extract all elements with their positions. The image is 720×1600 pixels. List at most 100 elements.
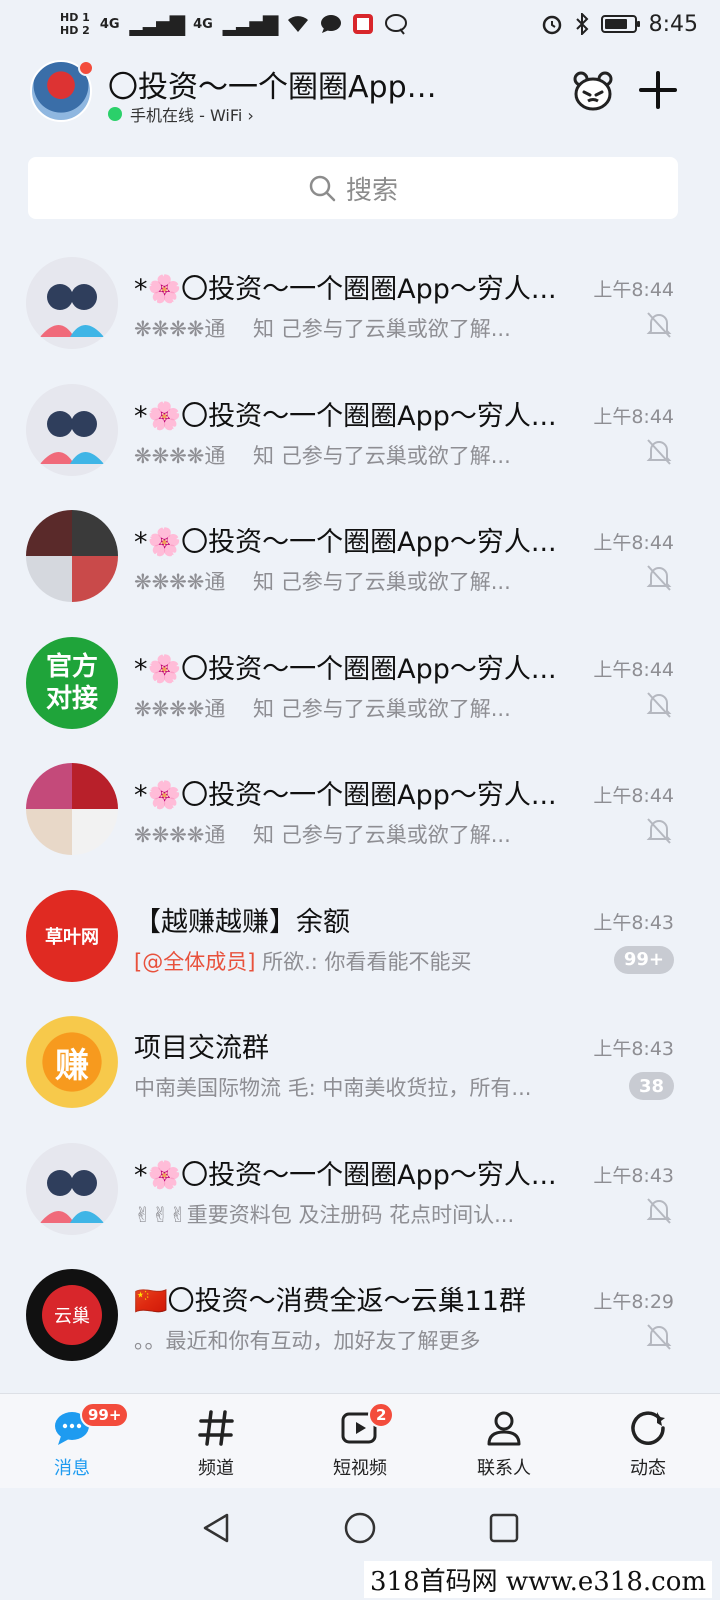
conversation-time: 上午8:44 <box>593 279 674 301</box>
network-label-1: 4G <box>99 16 120 32</box>
conversation-time: 上午8:29 <box>593 1291 674 1313</box>
system-nav-bar <box>0 1490 720 1565</box>
conversation-time: 上午8:43 <box>593 1038 674 1060</box>
clock: 8:45 <box>648 11 698 37</box>
signal-icon: ▂▃▅▇ <box>129 12 186 36</box>
conversation-row[interactable]: *🌸〇投资～一个圈圈App～穷人... 上午8:44 ❋❋❋❋通 知 己参与了云… <box>0 498 720 625</box>
conversation-time: 上午8:44 <box>593 658 674 681</box>
group-avatar <box>26 1142 118 1235</box>
recents-icon[interactable] <box>487 1511 521 1545</box>
collage-photo <box>72 763 118 809</box>
mute-bell-icon <box>646 691 672 718</box>
tab-messages[interactable]: 99+ 消息 <box>0 1394 144 1488</box>
header: 〇投资～一个圈圈App～... 手机在线 - WiFi › <box>0 56 720 136</box>
hd1-indicator: HD 1 <box>60 11 90 24</box>
conversation-time: 上午8:44 <box>593 532 674 554</box>
alarm-icon <box>542 15 561 35</box>
back-icon[interactable] <box>199 1511 233 1545</box>
conversation-row[interactable]: 云巢 🇨🇳〇投资～消费全返～云巢11群 上午8:29 。。最近和你有互动，加好友… <box>0 1257 720 1384</box>
conversation-preview: 中南美国际物流 毛: 中南美收货拉，所有... <box>134 1076 532 1100</box>
bluetooth-icon <box>575 13 589 35</box>
bottom-nav: 99+ 消息 频道 2 短视频 联系人 动态 <box>0 1393 720 1488</box>
group-collage-avatar <box>26 763 118 855</box>
conversation-preview: [@全体成员] 所欲.: 你看看能不能买 <box>134 946 599 976</box>
mute-bell-icon <box>646 1324 672 1350</box>
search-placeholder: 搜索 <box>345 175 398 206</box>
conversation-preview: ❋❋❋❋通 知 己参与了云巢或欲了解... <box>134 317 511 341</box>
search-bar[interactable]: 搜索 <box>28 157 678 219</box>
battery-icon <box>600 15 640 33</box>
refresh-star-icon <box>631 1411 665 1445</box>
tab-label: 动态 <box>630 1458 666 1479</box>
conversation-time: 上午8:44 <box>593 785 674 807</box>
collage-photo <box>26 510 72 556</box>
conversation-title: *🌸〇投资～一个圈圈App～穷人... <box>134 1159 557 1191</box>
conversation-title: *🌸〇投资～一个圈圈App～穷人... <box>134 400 557 432</box>
tab-label: 短视频 <box>333 1458 387 1479</box>
group-collage-avatar <box>26 510 118 602</box>
conversation-row[interactable]: *🌸〇投资～一个圈圈App～穷人... 上午8:44 ❋❋❋❋通 知 己参与了云… <box>0 751 720 878</box>
conversation-row[interactable]: 官方 对接 *🌸〇投资～一个圈圈App～穷人... 上午8:44 ❋❋❋❋通 知… <box>0 625 720 752</box>
conversation-title: *🌸〇投资～一个圈圈App～穷人... <box>134 653 557 685</box>
tab-label: 联系人 <box>477 1458 531 1479</box>
status-bar-left: HD 1 HD 2 4G ▂▃▅▇ 4G ▂▃▅▇ <box>60 11 408 37</box>
conversation-title: 🇨🇳〇投资～消费全返～云巢11群 <box>134 1286 526 1317</box>
collage-photo <box>26 763 72 809</box>
mute-bell-icon <box>646 438 672 465</box>
group-avatar <box>26 257 118 349</box>
conversation-list: *🌸〇投资～一个圈圈App～穷人... 上午8:44 ❋❋❋❋通 知 己参与了云… <box>0 245 720 1384</box>
plus-icon[interactable] <box>638 70 678 110</box>
conversation-preview: ❋❋❋❋通 知 己参与了云巢或欲了解... <box>134 443 511 468</box>
online-dot-icon <box>108 107 122 121</box>
home-icon[interactable] <box>343 1511 377 1545</box>
avatar-text: 官方 <box>45 651 98 682</box>
conversation-time: 上午8:43 <box>593 1164 674 1187</box>
tab-short-video[interactable]: 2 短视频 <box>288 1394 432 1488</box>
online-status-label: 手机在线 - WiFi › <box>130 106 254 125</box>
conversation-row[interactable]: *🌸〇投资～一个圈圈App～穷人... 上午8:44 ❋❋❋❋通 知 己参与了云… <box>0 245 720 372</box>
online-status[interactable]: 手机在线 - WiFi › <box>108 102 254 126</box>
profile-avatar[interactable] <box>30 60 94 122</box>
conversation-preview: 。。最近和你有互动，加好友了解更多 <box>134 1329 481 1353</box>
wifi-icon <box>288 16 309 32</box>
avatar-text: 云巢 <box>54 1306 90 1327</box>
collage-photo <box>26 809 72 855</box>
conversation-preview: ❋❋❋❋通 知 己参与了云巢或欲了解... <box>134 570 511 594</box>
conversation-preview: ❋❋❋❋通 知 己参与了云巢或欲了解... <box>134 696 511 721</box>
conversation-row[interactable]: *🌸〇投资～一个圈圈App～穷人... 上午8:43 ✌✌✌重要资料包 及注册码… <box>0 1131 720 1258</box>
unread-badge: 38 <box>628 1072 674 1100</box>
conversation-row[interactable]: 赚 项目交流群 上午8:43 中南美国际物流 毛: 中南美收货拉，所有... 3… <box>0 1004 720 1131</box>
signal-icon-2: ▂▃▅▇ <box>222 12 279 36</box>
reader-app-icon <box>353 14 374 34</box>
hashtag-icon <box>198 1410 234 1446</box>
group-avatar <box>26 383 118 476</box>
official-avatar: 官方 对接 <box>26 636 118 729</box>
conversation-row[interactable]: 草叶网 【越赚越赚】余额 上午8:43 [@全体成员] 所欲.: 你看看能不能买… <box>0 878 720 1005</box>
conversation-preview: ❋❋❋❋通 知 己参与了云巢或欲了解... <box>134 823 511 847</box>
hd2-indicator: HD 2 <box>60 24 90 37</box>
conversation-title: 【越赚越赚】余额 <box>134 906 350 938</box>
tab-contacts[interactable]: 联系人 <box>432 1394 576 1488</box>
bear-face-icon[interactable] <box>572 70 614 112</box>
mute-bell-icon <box>646 565 672 591</box>
status-bar-right: 8:45 <box>541 12 698 37</box>
person-icon <box>487 1411 521 1446</box>
chat-bubble-icon <box>385 14 408 35</box>
conversation-row[interactable]: *🌸〇投资～一个圈圈App～穷人... 上午8:44 ❋❋❋❋通 知 己参与了云… <box>0 372 720 499</box>
tab-feed[interactable]: 动态 <box>576 1394 720 1488</box>
group-people-icon <box>26 383 118 476</box>
conversation-title: *🌸〇投资～一个圈圈App～穷人... <box>134 527 557 558</box>
conversation-time: 上午8:43 <box>593 911 674 934</box>
collage-photo <box>72 809 118 855</box>
page-title[interactable]: 〇投资～一个圈圈App～... <box>108 62 458 106</box>
network-label-2: 4G <box>193 16 213 32</box>
conversation-title: 项目交流群 <box>134 1033 269 1064</box>
mention-tag: [@全体成员] <box>134 949 256 974</box>
tab-channels[interactable]: 频道 <box>144 1394 288 1488</box>
avatar-text: 对接 <box>45 683 98 714</box>
conversation-title: *🌸〇投资～一个圈圈App～穷人... <box>134 274 557 305</box>
mute-bell-icon <box>646 312 672 338</box>
collage-photo <box>72 510 118 556</box>
tab-label: 频道 <box>198 1458 234 1479</box>
status-bar: HD 1 HD 2 4G ▂▃▅▇ 4G ▂▃▅▇ 8:45 <box>0 0 720 48</box>
